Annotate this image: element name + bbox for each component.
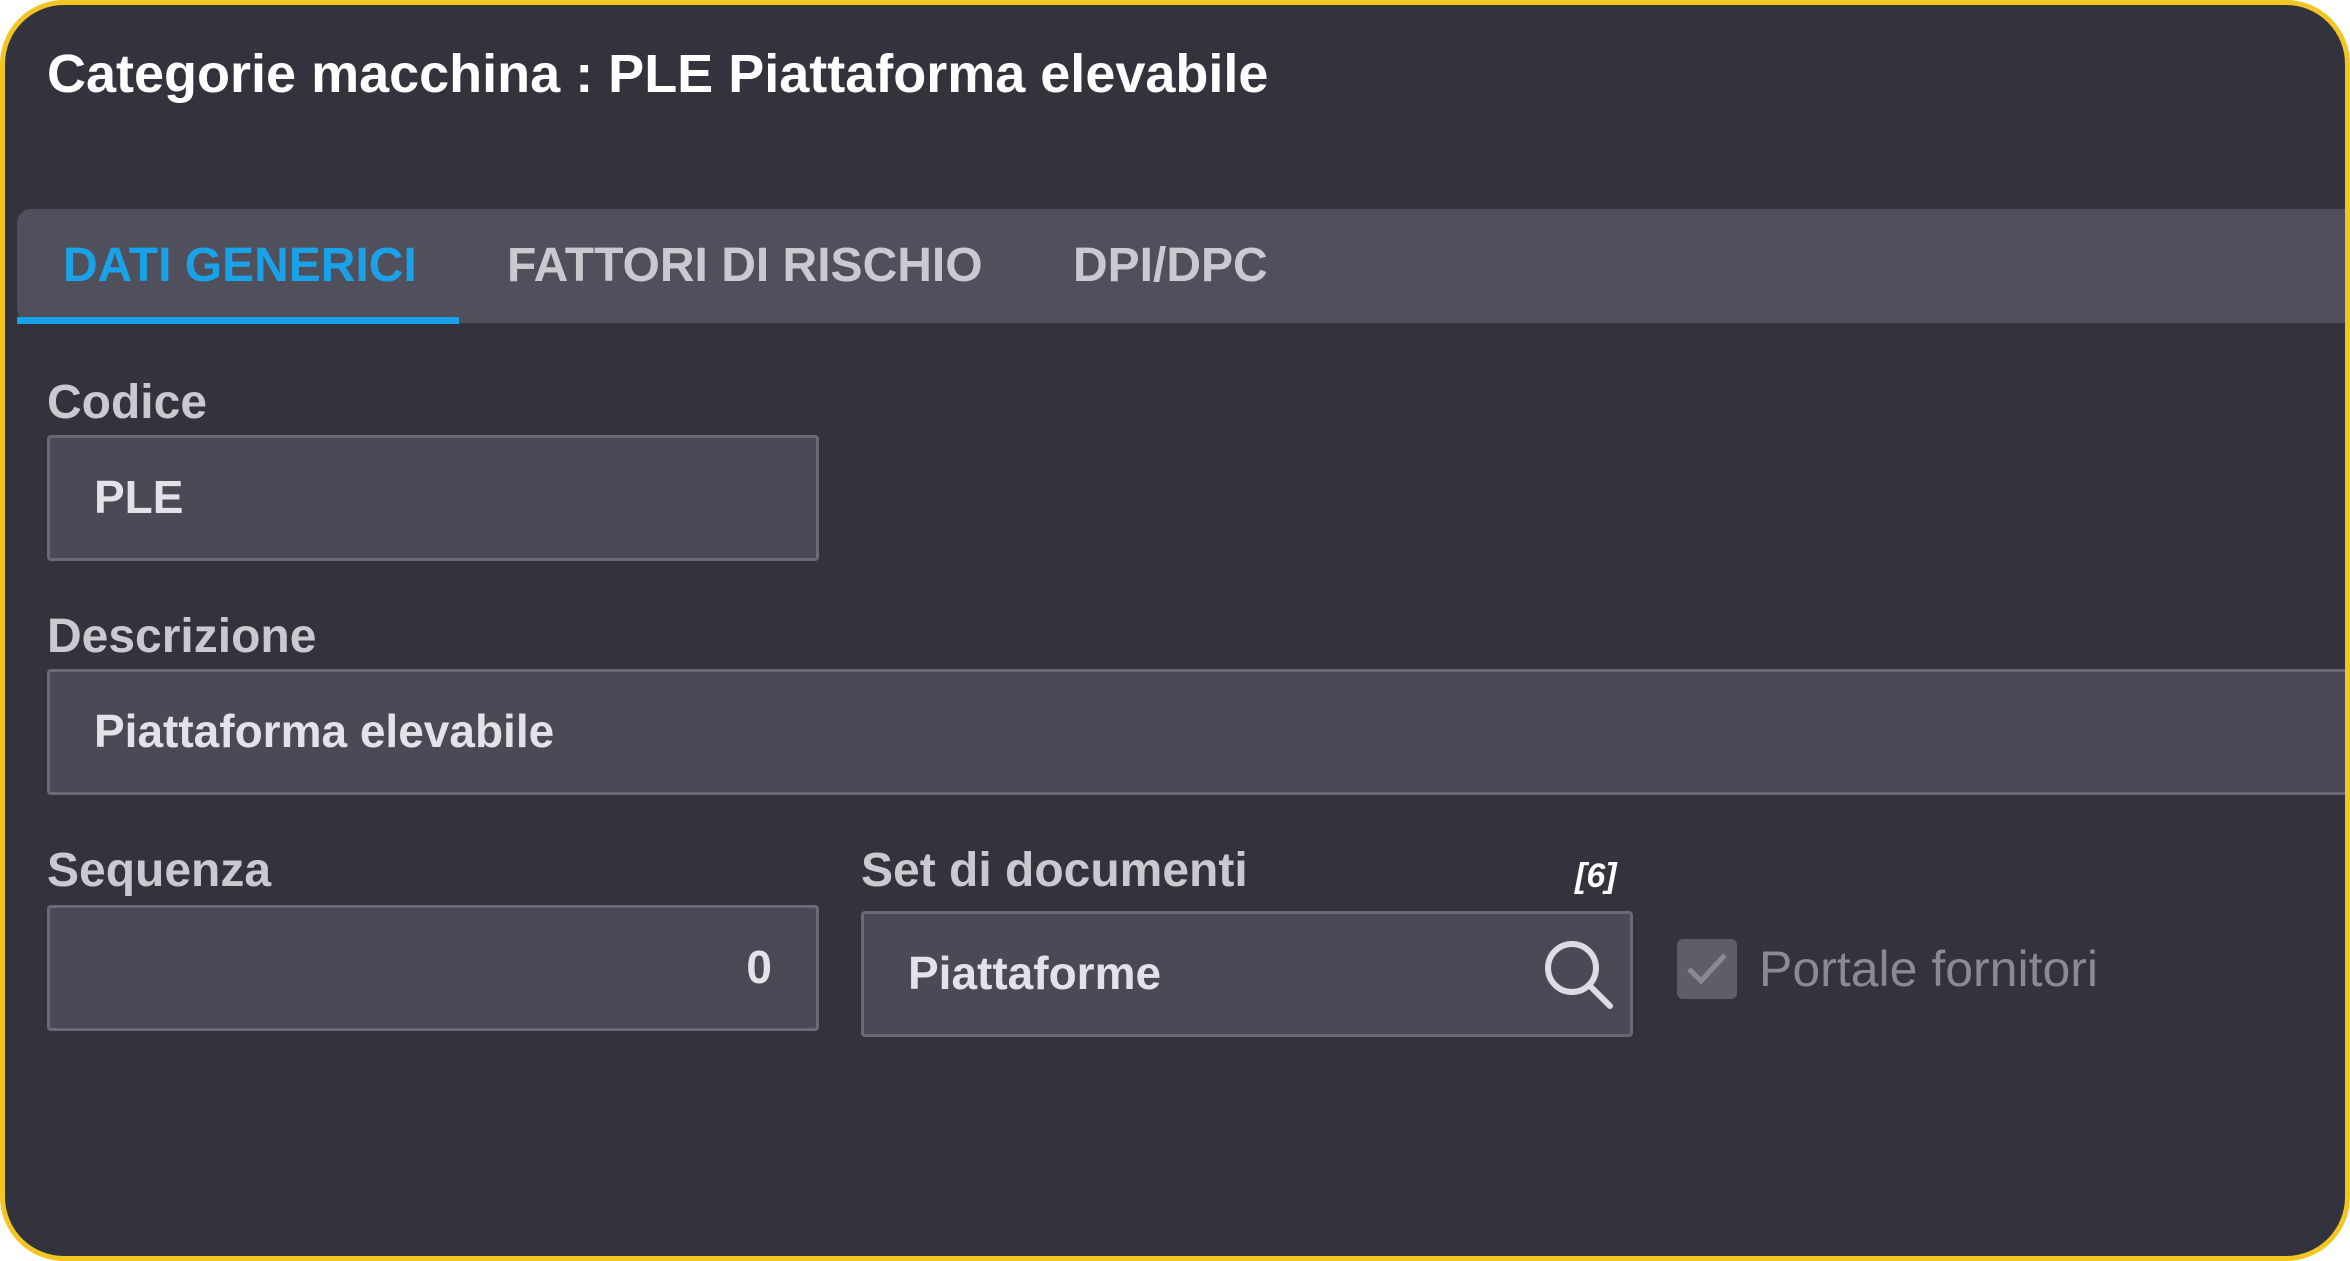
portale-fornitori-checkbox[interactable] <box>1677 939 1737 999</box>
descrizione-field[interactable]: Piattaforma elevabile <box>47 669 2345 795</box>
codice-value: PLE <box>94 471 184 523</box>
active-tab-indicator <box>17 317 459 324</box>
check-icon <box>1687 953 1727 985</box>
tab-fattori-di-rischio[interactable]: FATTORI DI RISCHIO <box>507 209 983 323</box>
window: Categorie macchina : PLE Piattaforma ele… <box>0 0 2350 1261</box>
search-icon[interactable] <box>1540 936 1616 1012</box>
codice-field[interactable]: PLE <box>47 435 819 561</box>
portale-fornitori-label: Portale fornitori <box>1759 941 2099 997</box>
tab-dati-generici[interactable]: DATI GENERICI <box>63 209 417 323</box>
set-documenti-value: Piattaforme <box>908 947 1162 999</box>
sequenza-field[interactable]: 0 <box>47 905 819 1031</box>
sequenza-value: 0 <box>746 941 772 993</box>
tab-dpi-dpc[interactable]: DPI/DPC <box>1073 209 1268 323</box>
descrizione-value: Piattaforma elevabile <box>94 705 555 757</box>
codice-label: Codice <box>47 376 208 429</box>
page-title: Categorie macchina : PLE Piattaforma ele… <box>47 44 1269 104</box>
set-documenti-field[interactable]: Piattaforme <box>861 911 1633 1037</box>
descrizione-label: Descrizione <box>47 610 317 663</box>
set-documenti-label: Set di documenti <box>861 844 1248 897</box>
tab-bar: DATI GENERICI FATTORI DI RISCHIO DPI/DPC <box>17 209 2345 324</box>
set-documenti-count: [6] <box>1575 857 1617 895</box>
sequenza-label: Sequenza <box>47 844 272 897</box>
